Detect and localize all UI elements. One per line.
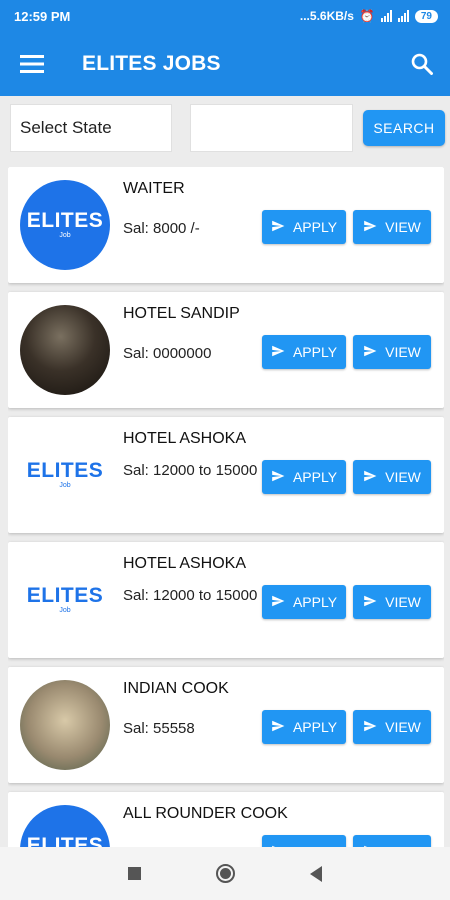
send-icon <box>271 594 285 611</box>
view-label: VIEW <box>385 594 421 610</box>
menu-icon <box>20 55 44 73</box>
battery-icon: 79 <box>414 9 438 23</box>
send-icon <box>363 344 377 361</box>
job-list: ELITES Job WAITER Sal: 8000 /- APPLY VIEW HOTE… <box>8 167 444 847</box>
view-label: VIEW <box>385 469 421 485</box>
home-icon[interactable] <box>215 864 235 883</box>
send-icon <box>363 594 377 611</box>
apply-label: APPLY <box>292 469 338 485</box>
signal-icon-2 <box>397 10 409 22</box>
send-icon <box>363 219 377 236</box>
job-title: WAITER <box>123 180 185 197</box>
send-icon <box>271 219 285 236</box>
company-logo: ELITESJob <box>20 805 110 847</box>
company-photo <box>20 305 110 395</box>
send-icon <box>363 469 377 486</box>
job-card[interactable]: ELITES Job WAITER Sal: 8000 /- APPLY VIEW <box>8 167 444 283</box>
logo-subtext: Job <box>59 607 71 614</box>
company-logo: ELITESJob <box>20 180 110 270</box>
apply-button[interactable]: APPLY <box>262 210 346 244</box>
job-card[interactable]: HOTEL SANDIP Sal: 0000000 APPLY VIEW <box>8 292 444 408</box>
network-speed: ...5.6KB/s <box>299 9 354 23</box>
send-icon <box>363 719 377 736</box>
status-bar: 12:59 PM ...5.6KB/s ⏰ 79 <box>0 0 450 32</box>
app-title: ELITES JOBS <box>82 52 221 75</box>
job-salary: Sal: 55558 <box>123 720 195 737</box>
job-title: HOTEL ASHOKA <box>123 555 246 572</box>
apply-label: APPLY <box>292 344 338 360</box>
view-label: VIEW <box>385 219 421 235</box>
job-salary: Sal: 12000 to 15000 <box>123 462 258 479</box>
view-button[interactable]: VIEW <box>353 210 431 244</box>
status-indicators: ...5.6KB/s ⏰ 79 <box>300 9 438 23</box>
search-input[interactable] <box>190 104 353 152</box>
send-icon <box>271 344 285 361</box>
app-bar: ELITES JOBS <box>0 32 450 96</box>
send-icon <box>271 469 285 486</box>
view-button[interactable]: VIEW <box>353 335 431 369</box>
signal-icon <box>380 10 392 22</box>
alarm-icon: ⏰ <box>359 9 375 23</box>
job-title: INDIAN COOK <box>123 680 229 697</box>
filter-row: Select State SEARCH <box>10 104 445 152</box>
view-button[interactable]: VIEW <box>353 585 431 619</box>
view-label: VIEW <box>385 719 421 735</box>
search-toolbar-button[interactable] <box>394 32 450 96</box>
job-salary: Sal: 8000 /- <box>123 220 200 237</box>
system-nav-bar <box>0 847 450 900</box>
job-card[interactable]: ELITES Job HOTEL ASHOKA Sal: 12000 to 15000… <box>8 542 444 658</box>
apply-button[interactable]: APPLY <box>262 835 346 847</box>
job-card[interactable]: ELITESJob ALL ROUNDER COOK APPLY VIEW <box>8 792 444 847</box>
company-logo: ELITESJob <box>20 430 110 520</box>
send-icon <box>271 719 285 736</box>
apply-label: APPLY <box>292 719 338 735</box>
logo-text: ELITES <box>26 459 104 482</box>
back-icon[interactable] <box>310 865 323 882</box>
company-logo: ELITESJob <box>20 555 110 645</box>
view-button[interactable]: VIEW <box>353 835 431 847</box>
company-photo <box>20 680 110 770</box>
view-button[interactable]: VIEW <box>353 710 431 744</box>
logo-subtext: Job <box>59 232 71 239</box>
apply-button[interactable]: APPLY <box>262 585 346 619</box>
view-button[interactable]: VIEW <box>353 460 431 494</box>
job-salary: Sal: 0000000 <box>123 345 212 362</box>
job-title: HOTEL SANDIP <box>123 305 240 322</box>
job-title: HOTEL ASHOKA <box>123 430 246 447</box>
apply-button[interactable]: APPLY <box>262 460 346 494</box>
apply-button[interactable]: APPLY <box>262 710 346 744</box>
job-card[interactable]: ELITES Job HOTEL ASHOKA Sal: 12000 to 15000… <box>8 417 444 533</box>
logo-subtext: Job <box>59 482 71 489</box>
logo-text: ELITES <box>26 584 104 607</box>
apply-label: APPLY <box>292 594 338 610</box>
job-card[interactable]: INDIAN COOK Sal: 55558 APPLY VIEW <box>8 667 444 783</box>
logo-text: ELITES <box>26 209 104 232</box>
logo-text: ELITES <box>26 834 104 847</box>
job-title: ALL ROUNDER COOK <box>123 805 288 822</box>
apply-label: APPLY <box>292 219 338 235</box>
status-time: 12:59 PM <box>14 8 71 24</box>
menu-button[interactable] <box>0 32 64 96</box>
search-button[interactable]: SEARCH <box>363 110 445 146</box>
state-select[interactable]: Select State <box>10 104 172 152</box>
recents-icon[interactable] <box>127 867 141 880</box>
view-label: VIEW <box>385 344 421 360</box>
search-icon <box>411 53 433 75</box>
job-salary: Sal: 12000 to 15000 <box>123 587 258 604</box>
apply-button[interactable]: APPLY <box>262 335 346 369</box>
